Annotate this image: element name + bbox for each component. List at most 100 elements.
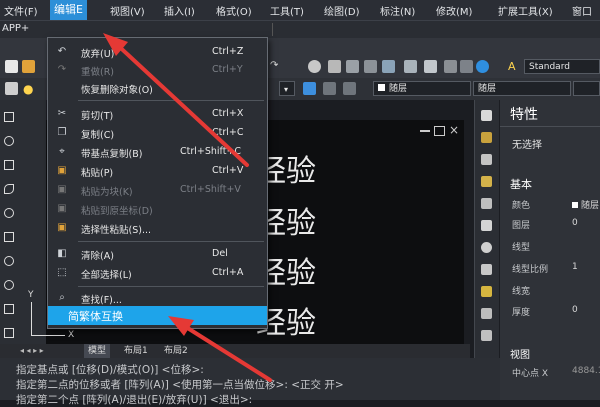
layer-previous-icon[interactable] (323, 82, 336, 95)
basic-section-header[interactable]: 基本 (510, 176, 532, 192)
menu-item-cut[interactable]: ✂ 剪切(T) Ctrl+X (48, 105, 267, 123)
color-swatch (572, 202, 578, 208)
circle-icon[interactable] (4, 136, 14, 146)
erase-icon[interactable] (481, 110, 492, 121)
menu-item-paste-to-original[interactable]: ▣ 粘贴到原坐标(D) (48, 200, 267, 218)
text-style-icon[interactable]: A (508, 60, 518, 73)
selection-select[interactable]: 无选择 (512, 136, 542, 151)
menu-dimension[interactable]: 标注(N) (380, 3, 415, 18)
close-icon[interactable]: × (449, 123, 459, 137)
divider (272, 23, 273, 36)
menu-format[interactable]: 格式(O) (216, 3, 252, 18)
ellipse-icon[interactable] (4, 208, 14, 218)
pan-icon[interactable] (308, 60, 321, 73)
menu-tools[interactable]: 工具(T) (270, 3, 304, 18)
divider (500, 126, 600, 127)
menu-item-simplified-traditional[interactable]: 简繁体互换 (48, 306, 267, 325)
menu-item-restore-deleted[interactable]: 恢复删除对象(O) (48, 79, 267, 97)
donut-icon[interactable] (4, 256, 14, 266)
properties-icon[interactable] (382, 60, 395, 73)
bulb-icon[interactable]: ● (23, 82, 36, 96)
move-icon[interactable] (481, 220, 492, 231)
calculator-icon[interactable] (444, 60, 457, 73)
menu-file[interactable]: 文件(F) (4, 3, 38, 18)
menu-item-label: 放弃(U) (81, 49, 115, 60)
array-icon[interactable] (481, 198, 492, 209)
menu-item-paste[interactable]: ▣ 粘贴(P) Ctrl+V (48, 162, 267, 180)
ucs-x-axis (31, 335, 65, 336)
text-style-select[interactable]: Standard (524, 59, 600, 74)
lineweight-select[interactable] (573, 81, 600, 96)
stretch-icon[interactable] (481, 286, 492, 297)
menu-item-undo[interactable]: ↶ 放弃(U) Ctrl+Z (48, 43, 267, 61)
menu-item-label: 粘贴到原坐标(D) (81, 206, 153, 217)
minimize-icon[interactable] (420, 130, 430, 132)
tab-layout1[interactable]: 布局1 (120, 344, 152, 358)
zoom-window-icon[interactable] (346, 60, 359, 73)
layer-color-icon[interactable] (303, 82, 316, 95)
menu-item-label: 查找(F)... (81, 295, 122, 306)
zoom-previous-icon[interactable] (364, 60, 377, 73)
view-section-header[interactable]: 视图 (510, 346, 530, 361)
arc-icon[interactable] (4, 184, 14, 194)
rotate-icon[interactable] (481, 242, 492, 253)
menu-item-copy[interactable]: ❐ 复制(C) Ctrl+C (48, 124, 267, 142)
design-center-icon[interactable] (404, 60, 417, 73)
copy-base-icon: ⌖ (59, 146, 65, 157)
restore-icon[interactable] (434, 126, 445, 136)
menu-draw[interactable]: 绘图(D) (324, 3, 360, 18)
markup-icon[interactable] (460, 60, 473, 73)
property-value-color[interactable]: 随层 (572, 198, 599, 211)
scissors-icon: ✂ (57, 108, 67, 119)
layer-dropdown-arrow[interactable]: ▾ (279, 81, 295, 96)
scale-icon[interactable] (481, 264, 492, 275)
hatch-icon[interactable] (4, 304, 14, 314)
property-value-center-x[interactable]: 4884.1 (572, 366, 600, 376)
copy-object-icon[interactable] (481, 132, 492, 143)
region-icon[interactable] (4, 328, 14, 338)
menu-item-redo[interactable]: ↷ 重做(R) Ctrl+Y (48, 61, 267, 79)
help-icon[interactable] (476, 60, 489, 73)
polygon-icon[interactable] (4, 232, 14, 242)
spline-icon[interactable] (4, 280, 14, 290)
property-value-thickness[interactable]: 0 (572, 305, 578, 315)
layer-manager-icon[interactable] (5, 82, 18, 95)
zoom-icon[interactable] (328, 60, 341, 73)
menu-modify[interactable]: 修改(M) (436, 3, 472, 18)
tab-layout2[interactable]: 布局2 (160, 344, 192, 358)
mirror-icon[interactable] (481, 154, 492, 165)
menu-item-find[interactable]: ⌕ 查找(F)... (48, 289, 267, 307)
app-label[interactable]: APP+ (2, 23, 29, 34)
layer-select[interactable]: 随层 (373, 81, 471, 96)
menu-window[interactable]: 窗口 (572, 3, 592, 18)
tab-model[interactable]: 模型 (84, 344, 111, 358)
tab-nav-icon[interactable]: ◂ ◂ ▸ ▸ (20, 346, 44, 355)
open-folder-icon[interactable] (22, 60, 35, 73)
left-draw-toolbar (0, 100, 18, 348)
rectangle-icon[interactable] (4, 160, 14, 170)
menu-edit[interactable]: 编辑E (50, 0, 87, 20)
extend-icon[interactable] (481, 330, 492, 341)
property-label: 图层 (512, 221, 531, 231)
line-icon[interactable] (4, 112, 14, 122)
property-value-layer[interactable]: 0 (572, 218, 578, 228)
layer-states-icon[interactable] (343, 82, 356, 95)
tool-palette-icon[interactable] (424, 60, 437, 73)
menu-insert[interactable]: 插入(I) (164, 3, 195, 18)
menu-view[interactable]: 视图(V) (110, 3, 145, 18)
menu-item-paste-as-block[interactable]: ▣ 粘贴为块(K) Ctrl+Shift+V (48, 181, 267, 199)
property-label: 线宽 (512, 287, 531, 297)
menu-item-shortcut: Ctrl+C (212, 127, 244, 138)
redo-icon[interactable]: ↷ (270, 60, 280, 71)
offset-icon[interactable] (481, 176, 492, 187)
menu-item-label: 剪切(T) (81, 111, 114, 122)
menu-extensions[interactable]: 扩展工具(X) (498, 3, 553, 18)
menu-item-copy-with-base[interactable]: ⌖ 带基点复制(B) Ctrl+Shift+C (48, 143, 267, 161)
new-file-icon[interactable] (5, 60, 18, 73)
linetype-select[interactable]: 随层 (473, 81, 571, 96)
menu-item-clear[interactable]: ◧ 清除(A) Del (48, 245, 267, 263)
menu-item-paste-special[interactable]: ▣ 选择性粘贴(S)... (48, 219, 267, 237)
trim-icon[interactable] (481, 308, 492, 319)
menu-item-select-all[interactable]: ⬚ 全部选择(L) Ctrl+A (48, 264, 267, 282)
property-value-linetype-scale[interactable]: 1 (572, 262, 578, 272)
